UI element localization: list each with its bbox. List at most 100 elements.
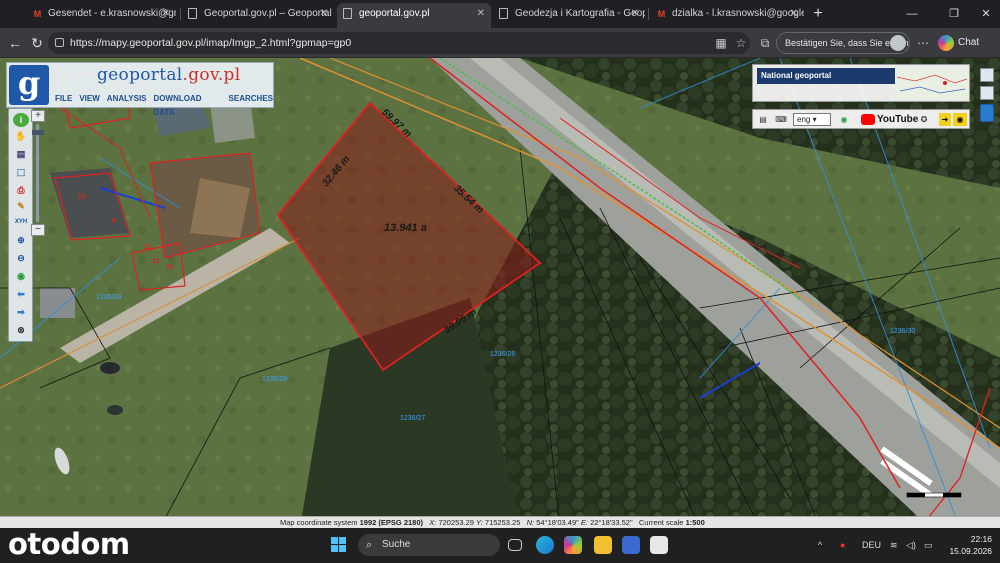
minimize-button[interactable]: —	[898, 4, 926, 24]
menu-analysis[interactable]: ANALYSIS	[107, 92, 147, 106]
split-screen-icon[interactable]: ▦	[712, 34, 730, 52]
edge-browser-icon[interactable]	[536, 536, 554, 554]
parcel-number: 1236/26	[490, 351, 516, 358]
tab-geoportal-active[interactable]: geoportal.gov.pl ✕	[337, 3, 491, 28]
zoom-plus-button[interactable]: +	[31, 110, 45, 122]
search-icon: ⌕	[366, 539, 373, 551]
menu-file[interactable]: FILE	[55, 92, 72, 106]
zoom-handle[interactable]	[32, 130, 44, 135]
system-clock[interactable]: 22:16 15.09.2026	[940, 533, 992, 557]
close-icon[interactable]: ✕	[477, 3, 485, 25]
language-select[interactable]: eng ▾	[793, 113, 831, 126]
menu-download-data[interactable]: DOWNLOAD DATA	[154, 92, 222, 117]
volume-icon[interactable]: ◁)	[906, 538, 916, 552]
task-view-icon[interactable]	[508, 539, 522, 551]
zoom-track[interactable]	[36, 124, 39, 222]
copilot-app-icon[interactable]	[564, 536, 582, 554]
tab-gmail-sent[interactable]: M Gesendet - e.krasnowski@gmail.co ✕	[26, 3, 176, 28]
arrow-right-icon[interactable]: ➜	[939, 113, 951, 126]
parcel-area-label: 13.941 a	[384, 222, 427, 234]
tab-divider	[180, 8, 181, 20]
menu-searches[interactable]: SEARCHES	[229, 92, 273, 106]
parcel-number: 1236/28	[262, 376, 288, 383]
arrow-forward-icon[interactable]: ➡	[13, 305, 29, 319]
contrast-eye-icon[interactable]: ◉	[953, 113, 967, 126]
geoportal-logo[interactable]: g	[9, 65, 49, 105]
close-icon[interactable]: ✕	[320, 3, 328, 25]
profile-button[interactable]: Bestätigen Sie, dass Sie es sind	[776, 32, 910, 54]
more-menu-icon[interactable]: ⋯	[914, 34, 932, 52]
map-status-bar: Map coordinate system 1992 (EPSG 2180) X…	[0, 516, 1000, 528]
gmail-icon: M	[33, 9, 42, 19]
globe-icon[interactable]: ◉	[13, 269, 29, 283]
accessibility-icon[interactable]: ✪	[917, 113, 931, 126]
snipping-tool-icon[interactable]	[650, 536, 668, 554]
close-icon[interactable]: ✕	[790, 3, 798, 25]
close-icon[interactable]: ✕	[631, 3, 639, 25]
geoportal-header: g geoportal.gov.pl FILE VIEW ANALYSIS DO…	[6, 62, 274, 117]
restore-button[interactable]: ❐	[940, 4, 968, 24]
national-geoportal-panel[interactable]: National geoportal	[752, 64, 970, 102]
y-value: 715253.25	[484, 518, 521, 527]
youtube-link[interactable]: YouTube	[861, 113, 918, 126]
document-icon	[499, 8, 508, 19]
copilot-chat-button[interactable]: Chat	[938, 34, 979, 52]
security-icon[interactable]: ●	[840, 538, 845, 552]
gmail-icon: M	[657, 9, 666, 19]
back-button[interactable]: ←	[6, 34, 24, 52]
menu-view[interactable]: VIEW	[79, 92, 99, 106]
file-explorer-icon[interactable]	[594, 536, 612, 554]
overview-minimap[interactable]	[895, 67, 969, 99]
tray-overflow-icon[interactable]: ^	[818, 538, 822, 552]
pan-hand-icon[interactable]: ✋	[13, 129, 29, 143]
close-window-button[interactable]: ✕	[972, 4, 1000, 24]
document-icon	[343, 8, 352, 19]
x-label: X:	[429, 518, 437, 527]
map-viewport[interactable]: 13.941 a 59.97 m 32.46 m 35.54 m 39.05 m…	[0, 58, 1000, 528]
store-icon[interactable]	[622, 536, 640, 554]
windows-start-icon[interactable]	[331, 537, 347, 553]
new-tab-button[interactable]: +	[808, 4, 828, 24]
eye-icon[interactable]	[980, 104, 994, 122]
parcel-number: 1236/29	[96, 294, 122, 301]
zoom-out-icon[interactable]: ⊖	[13, 251, 29, 265]
panel-toggle-icon[interactable]	[980, 68, 994, 82]
building-number: 11	[144, 244, 152, 251]
geoportal-title: geoportal.gov.pl	[97, 65, 241, 85]
print-icon[interactable]: ⎙	[13, 183, 29, 197]
coord-system-value: 1992 (EPSG 2180)	[359, 518, 424, 527]
tab-geoportal-infra[interactable]: Geoportal.gov.pl – Geoportal Infra ✕	[182, 3, 334, 28]
geoportal-menu: FILE VIEW ANALYSIS DOWNLOAD DATA SEARCHE…	[55, 92, 273, 117]
zoom-slider[interactable]: + −	[30, 110, 46, 236]
taskbar-search[interactable]: ⌕ Suche	[358, 534, 500, 556]
favorite-star-icon[interactable]: ☆	[732, 34, 750, 52]
search-placeholder: Suche	[382, 539, 411, 550]
legend-icon[interactable]: ▤	[757, 113, 769, 126]
settings-icon[interactable]: ⊗	[13, 323, 29, 337]
layers-list-icon[interactable]: ▤	[13, 147, 29, 161]
site-info-icon[interactable]	[55, 38, 64, 47]
tab-gmail-dzialka[interactable]: M dzialka - l.krasnowski@googlemai ✕	[650, 3, 804, 28]
close-icon[interactable]: ✕	[162, 3, 170, 25]
building-roof	[190, 178, 250, 238]
pencil-icon[interactable]: ✎	[13, 199, 29, 213]
battery-icon[interactable]: ▭	[924, 538, 933, 552]
wifi-icon[interactable]: ≋	[890, 538, 898, 552]
tools-toggle-icon[interactable]	[980, 86, 994, 100]
right-panel-tabs	[978, 68, 996, 128]
arrow-back-icon[interactable]: ⬅	[13, 287, 29, 301]
parcel-number: 1236/27	[400, 415, 426, 422]
collections-icon[interactable]: ⧉	[756, 34, 774, 52]
help-icon[interactable]: ◉	[837, 113, 851, 126]
xyh-coordinates-icon[interactable]: XYH	[13, 215, 29, 229]
reload-button[interactable]: ↻	[28, 34, 46, 52]
zoom-minus-button[interactable]: −	[31, 224, 45, 236]
zoom-in-icon[interactable]: ⊕	[13, 233, 29, 247]
keyboard-icon[interactable]: ⌨	[773, 113, 789, 126]
n-value: 54°18'03.49"	[536, 518, 579, 527]
tab-geodezja[interactable]: Geodezja i Kartografia - Geoporta ✕	[493, 3, 645, 28]
info-icon[interactable]: i	[13, 113, 29, 127]
url-field[interactable]: https://mapy.geoportal.gov.pl/imap/Imgp_…	[48, 32, 750, 54]
language-indicator[interactable]: DEU	[862, 538, 881, 552]
identify-icon[interactable]: ⬚	[13, 165, 29, 179]
